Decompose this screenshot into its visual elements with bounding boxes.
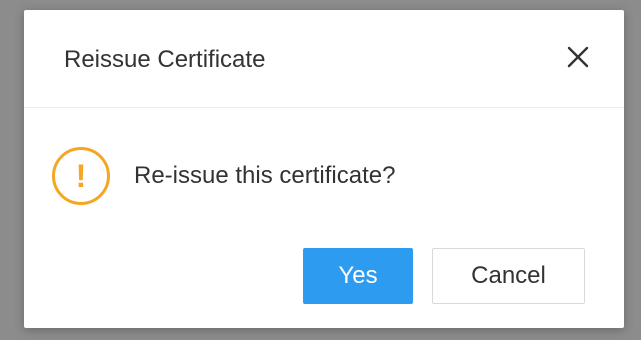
dialog-header: Reissue Certificate	[24, 10, 624, 108]
dialog-body: ! Re-issue this certificate?	[52, 146, 395, 206]
close-icon	[567, 46, 589, 68]
confirmation-message: Re-issue this certificate?	[134, 162, 396, 189]
close-button[interactable]	[561, 40, 595, 74]
exclamation-circle-icon: !	[52, 147, 110, 205]
cancel-button[interactable]: Cancel	[432, 248, 585, 304]
dialog-title: Reissue Certificate	[64, 46, 266, 73]
reissue-certificate-dialog: Reissue Certificate ! Re-issue this cert…	[24, 10, 624, 328]
yes-button[interactable]: Yes	[303, 248, 413, 304]
